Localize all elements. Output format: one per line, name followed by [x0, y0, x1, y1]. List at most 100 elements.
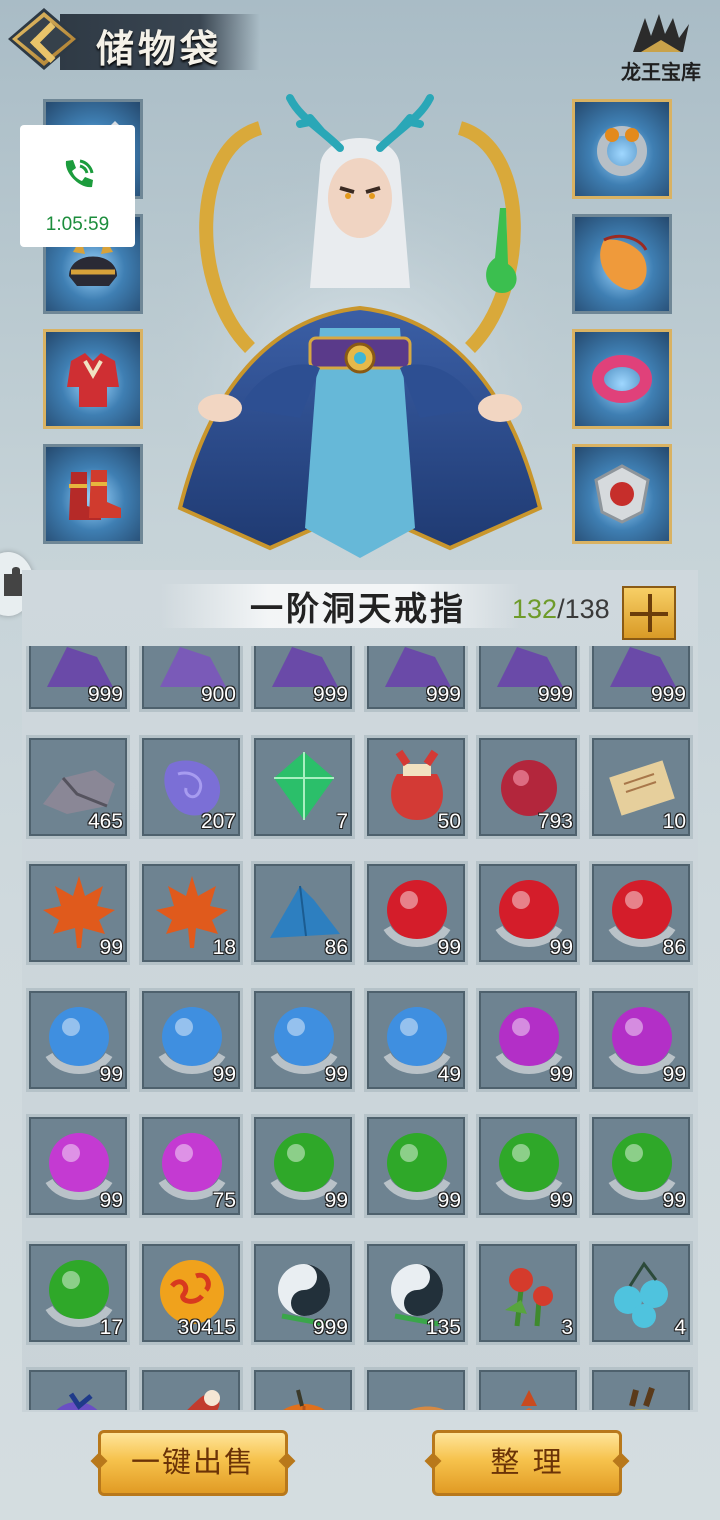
pumpkin-icon: [282, 1389, 326, 1410]
inventory-slot[interactable]: 900: [139, 646, 243, 712]
item-count: 999: [425, 683, 461, 706]
item-count: 4: [674, 1316, 686, 1339]
inventory-slot[interactable]: [139, 1367, 243, 1410]
emerald-icon: [274, 752, 334, 820]
item-count: 793: [537, 810, 573, 833]
inventory-slot[interactable]: 99: [476, 1114, 580, 1218]
inventory-slot[interactable]: 999: [26, 646, 130, 712]
sell-all-button[interactable]: 一键出售: [98, 1430, 288, 1496]
ring-icon: [597, 126, 647, 176]
inventory-slot[interactable]: 10: [589, 735, 693, 839]
inventory-slot[interactable]: [26, 1367, 130, 1410]
inventory-slot[interactable]: 99: [251, 988, 355, 1092]
inventory-slot[interactable]: 3: [476, 1241, 580, 1345]
inventory-slot[interactable]: [364, 1367, 468, 1410]
inventory-slot[interactable]: 7: [251, 735, 355, 839]
inventory-slot[interactable]: 999: [251, 646, 355, 712]
inventory-slot[interactable]: 4: [589, 1241, 693, 1345]
item-count: 99: [324, 1063, 348, 1086]
inventory-slot[interactable]: 17: [26, 1241, 130, 1345]
item-count: 99: [437, 936, 461, 959]
inventory-slot[interactable]: 99: [26, 1114, 130, 1218]
expand-capacity-button[interactable]: [622, 586, 676, 640]
inventory-slot[interactable]: 99: [476, 861, 580, 965]
inventory-slot[interactable]: 99: [589, 1114, 693, 1218]
item-grid[interactable]: 999 900 999 999 999 999 465 207 7 50 793 10 99 18 86 99…: [22, 646, 698, 1410]
equip-slot-amulet[interactable]: [572, 214, 672, 314]
item-count: 75: [212, 1189, 236, 1212]
item-count: 86: [324, 936, 348, 959]
bag-capacity: 132/138: [512, 594, 610, 625]
inventory-slot[interactable]: 99: [26, 988, 130, 1092]
item-count: 86: [662, 936, 686, 959]
equip-slot-boots[interactable]: [43, 444, 143, 544]
sweet-potato-icon: [409, 1406, 445, 1410]
inventory-slot[interactable]: [251, 1367, 355, 1410]
dragon-logo-icon: [631, 12, 691, 56]
inventory-slot[interactable]: 86: [589, 861, 693, 965]
inventory-slot[interactable]: 18: [139, 861, 243, 965]
item-count: 99: [324, 1189, 348, 1212]
bracelet-icon: [592, 355, 652, 403]
item-count: 7: [336, 810, 348, 833]
item-count: 99: [437, 1189, 461, 1212]
phone-icon: [20, 155, 135, 200]
item-count: 135: [425, 1316, 461, 1339]
inventory-slot[interactable]: 999: [251, 1241, 355, 1345]
talisman-icon: [594, 464, 650, 524]
item-count: 17: [99, 1316, 123, 1339]
armor-robe-icon: [67, 353, 119, 407]
orange-bud-icon: [521, 1390, 537, 1410]
equip-slot-talisman[interactable]: [572, 444, 672, 544]
inventory-slot[interactable]: 793: [476, 735, 580, 839]
item-count: 99: [99, 1063, 123, 1086]
item-count: 99: [662, 1063, 686, 1086]
inventory-slot[interactable]: 75: [139, 1114, 243, 1218]
call-overlay[interactable]: 1:05:59: [20, 125, 135, 247]
purple-fruit-icon: [56, 1392, 98, 1410]
yellow-pepper-icon: [629, 1387, 655, 1410]
inventory-slot[interactable]: 99: [26, 861, 130, 965]
item-count: 900: [200, 683, 236, 706]
item-count: 207: [200, 810, 236, 833]
item-count: 10: [662, 810, 686, 833]
brand-logo: 龙王宝库: [616, 12, 706, 88]
inventory-slot[interactable]: 99: [476, 988, 580, 1092]
item-count: 99: [99, 936, 123, 959]
item-count: 999: [650, 683, 686, 706]
inventory-slot[interactable]: 99: [364, 1114, 468, 1218]
inventory-slot[interactable]: 99: [589, 988, 693, 1092]
capacity-used: 132: [512, 594, 558, 624]
inventory-slot[interactable]: 30415: [139, 1241, 243, 1345]
item-count: 99: [549, 936, 573, 959]
inventory-slot[interactable]: 465: [26, 735, 130, 839]
brand-name: 龙王宝库: [621, 60, 701, 84]
item-count: 999: [312, 1316, 348, 1339]
item-count: 999: [537, 683, 573, 706]
inventory-slot[interactable]: 207: [139, 735, 243, 839]
equip-slot-ring[interactable]: [572, 99, 672, 199]
inventory-slot[interactable]: 99: [251, 1114, 355, 1218]
organize-button[interactable]: 整 理: [432, 1430, 622, 1496]
inventory-slot[interactable]: 999: [364, 646, 468, 712]
inventory-slot[interactable]: 999: [589, 646, 693, 712]
amulet-icon: [600, 234, 648, 290]
call-duration: 1:05:59: [45, 214, 110, 235]
inventory-slot[interactable]: 86: [251, 861, 355, 965]
item-count: 50: [437, 810, 461, 833]
item-count: 99: [549, 1189, 573, 1212]
inventory-slot[interactable]: 135: [364, 1241, 468, 1345]
page-title: 储物袋: [96, 26, 223, 71]
inventory-slot[interactable]: [476, 1367, 580, 1410]
inventory-slot[interactable]: 99: [364, 861, 468, 965]
inventory-slot[interactable]: 999: [476, 646, 580, 712]
equip-slot-bracelet[interactable]: [572, 329, 672, 429]
inventory-slot[interactable]: [589, 1367, 693, 1410]
item-count: 49: [437, 1063, 461, 1086]
inventory-slot[interactable]: 99: [139, 988, 243, 1092]
capacity-total: /138: [557, 594, 610, 624]
item-count: 99: [212, 1063, 236, 1086]
equip-slot-armor[interactable]: [43, 329, 143, 429]
inventory-slot[interactable]: 49: [364, 988, 468, 1092]
inventory-slot[interactable]: 50: [364, 735, 468, 839]
